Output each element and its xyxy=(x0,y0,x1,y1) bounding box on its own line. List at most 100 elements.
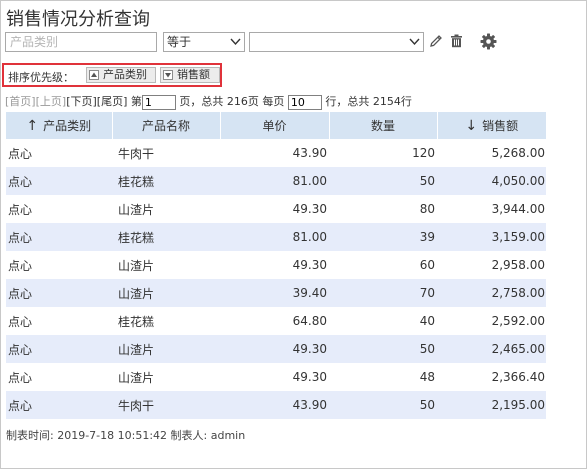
cell-sales: 2,592.00 xyxy=(437,307,546,335)
cell-price: 81.00 xyxy=(220,223,329,251)
cell-category: 点心 xyxy=(6,167,112,195)
cell-quantity: 48 xyxy=(329,363,437,391)
next-page-link[interactable]: [下页] xyxy=(66,95,97,108)
sort-priority-panel: 排序优先级： 产品类别 销售额 xyxy=(2,63,222,87)
column-header-label: 单价 xyxy=(262,119,287,133)
chevron-down-icon xyxy=(230,38,241,46)
page-prefix: 第 xyxy=(130,95,142,108)
cell-quantity: 120 xyxy=(329,139,437,167)
cell-sales: 3,944.00 xyxy=(437,195,546,223)
cell-quantity: 39 xyxy=(329,223,437,251)
cell-quantity: 60 xyxy=(329,251,437,279)
operator-select[interactable]: 等于 xyxy=(163,32,245,52)
column-header-price[interactable]: 单价 xyxy=(220,112,330,139)
column-header-label: 产品类别 xyxy=(43,119,92,133)
prev-page-link[interactable]: [上页] xyxy=(36,95,67,108)
cell-price: 43.90 xyxy=(220,391,329,419)
cell-product: 山渣片 xyxy=(112,251,220,279)
cell-price: 49.30 xyxy=(220,195,329,223)
cell-quantity: 40 xyxy=(329,307,437,335)
sort-chip-category[interactable]: 产品类别 xyxy=(86,67,156,83)
cell-category: 点心 xyxy=(6,251,112,279)
cell-price: 49.30 xyxy=(220,251,329,279)
cell-price: 49.30 xyxy=(220,363,329,391)
cell-quantity: 70 xyxy=(329,279,437,307)
sort-chip-label: 销售额 xyxy=(177,68,210,81)
column-header-label: 销售额 xyxy=(482,119,519,133)
sales-table: ↑ 产品类别 产品名称 单价 数量 ↓ 销售额 点心 牛肉干 43.90 120 5,268… xyxy=(6,112,546,419)
table-row: 点心 山渣片 49.30 50 2,465.00 xyxy=(6,335,546,363)
table-row: 点心 桂花糕 64.80 40 2,592.00 xyxy=(6,307,546,335)
sort-chip-label: 产品类别 xyxy=(103,68,147,81)
cell-product: 山渣片 xyxy=(112,195,220,223)
cell-product: 牛肉干 xyxy=(112,139,220,167)
pencil-icon[interactable] xyxy=(428,33,444,49)
cell-quantity: 50 xyxy=(329,335,437,363)
cell-sales: 2,958.00 xyxy=(437,251,546,279)
cell-price: 81.00 xyxy=(220,167,329,195)
page-summary: 页，总共 216页 每页 xyxy=(179,95,285,108)
cell-sales: 2,465.00 xyxy=(437,335,546,363)
page-title: 销售情况分析查询 xyxy=(6,9,150,30)
cell-product: 桂花糕 xyxy=(112,167,220,195)
sort-down-arrow: ↓ xyxy=(465,118,478,134)
cell-category: 点心 xyxy=(6,335,112,363)
report-footer: 制表时间: 2019-7-18 10:51:42 制表人: admin xyxy=(6,429,246,442)
table-row: 点心 山渣片 39.40 70 2,758.00 xyxy=(6,279,546,307)
cell-price: 49.30 xyxy=(220,335,329,363)
cell-product: 山渣片 xyxy=(112,363,220,391)
operator-select-value: 等于 xyxy=(167,35,192,49)
table-row: 点心 牛肉干 43.90 50 2,195.00 xyxy=(6,391,546,419)
cell-price: 43.90 xyxy=(220,139,329,167)
cell-product: 桂花糕 xyxy=(112,223,220,251)
column-header-quantity[interactable]: 数量 xyxy=(329,112,438,139)
cell-category: 点心 xyxy=(6,363,112,391)
cell-sales: 2,366.40 xyxy=(437,363,546,391)
cell-price: 39.40 xyxy=(220,279,329,307)
trash-icon[interactable] xyxy=(449,33,464,49)
cell-category: 点心 xyxy=(6,391,112,419)
cell-category: 点心 xyxy=(6,223,112,251)
cell-quantity: 50 xyxy=(329,167,437,195)
cell-price: 64.80 xyxy=(220,307,329,335)
report-panel: 销售情况分析查询 等于 排序优先级： xyxy=(0,0,587,469)
triangle-up-icon xyxy=(89,70,99,80)
table-body: 点心 牛肉干 43.90 120 5,268.00 点心 桂花糕 81.00 50 4,050.0… xyxy=(6,139,546,419)
cell-category: 点心 xyxy=(6,139,112,167)
table-row: 点心 山渣片 49.30 80 3,944.00 xyxy=(6,195,546,223)
table-row: 点心 牛肉干 43.90 120 5,268.00 xyxy=(6,139,546,167)
cell-sales: 4,050.00 xyxy=(437,167,546,195)
sort-priority-label: 排序优先级： xyxy=(8,71,74,84)
cell-quantity: 80 xyxy=(329,195,437,223)
page-number-input[interactable] xyxy=(141,94,176,110)
cell-category: 点心 xyxy=(6,279,112,307)
row-summary: 行，总共 2154行 xyxy=(325,95,412,108)
column-header-label: 数量 xyxy=(370,119,395,133)
column-header-product[interactable]: 产品名称 xyxy=(112,112,221,139)
column-header-category[interactable]: ↑ 产品类别 xyxy=(6,112,113,139)
cell-category: 点心 xyxy=(6,195,112,223)
column-header-label: 产品名称 xyxy=(141,119,190,133)
cell-category: 点心 xyxy=(6,307,112,335)
triangle-down-icon xyxy=(163,70,173,80)
cell-product: 桂花糕 xyxy=(112,307,220,335)
cell-sales: 5,268.00 xyxy=(437,139,546,167)
table-row: 点心 桂花糕 81.00 50 4,050.00 xyxy=(6,167,546,195)
gear-icon[interactable] xyxy=(480,33,497,50)
last-page-link[interactable]: [尾页] xyxy=(97,95,128,108)
chevron-down-icon xyxy=(409,38,420,46)
column-header-sales[interactable]: ↓ 销售额 xyxy=(437,112,546,139)
cell-sales: 2,195.00 xyxy=(437,391,546,419)
pagination-bar: [首页][上页][下页][尾页] 第 页，总共 216页 每页 行，总共 215… xyxy=(5,93,412,110)
cell-product: 山渣片 xyxy=(112,335,220,363)
rows-per-page-input[interactable] xyxy=(287,94,322,110)
field-select-input[interactable] xyxy=(5,32,157,52)
cell-product: 山渣片 xyxy=(112,279,220,307)
cell-quantity: 50 xyxy=(329,391,437,419)
cell-sales: 2,758.00 xyxy=(437,279,546,307)
value-select[interactable] xyxy=(249,32,424,52)
table-row: 点心 山渣片 49.30 48 2,366.40 xyxy=(6,363,546,391)
table-row: 点心 山渣片 49.30 60 2,958.00 xyxy=(6,251,546,279)
first-page-link[interactable]: [首页] xyxy=(5,95,36,108)
sort-chip-sales[interactable]: 销售额 xyxy=(160,67,220,83)
